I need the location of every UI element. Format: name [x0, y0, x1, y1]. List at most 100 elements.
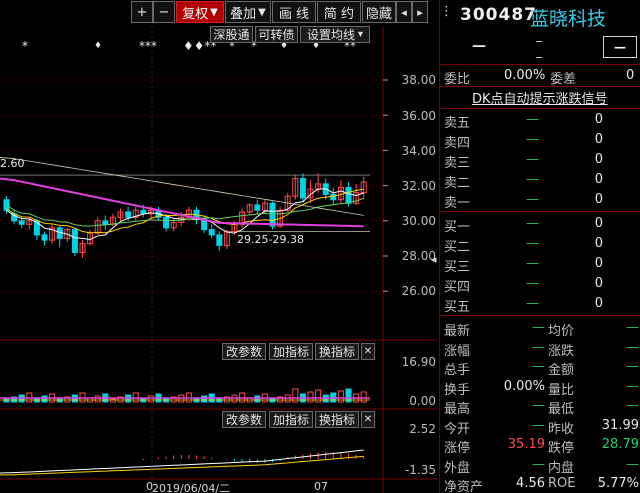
candle-body	[18, 220, 25, 225]
buy-order-row[interactable]: 买一 — 0	[440, 214, 640, 235]
order-label: 买二	[444, 240, 471, 255]
switch-indicator-button[interactable]: 换指标	[315, 411, 359, 428]
quote-row[interactable]: 换手 0.00% 量比 —	[440, 377, 640, 398]
order-volume: 0	[594, 192, 603, 207]
draw-line-button[interactable]: 画 线	[272, 1, 316, 23]
zoom-out-button[interactable]: −	[153, 1, 175, 23]
edit-params-button[interactable]: 改参数	[222, 411, 266, 428]
quote-row[interactable]: 今开 — 昨收 31.99	[440, 416, 640, 437]
quote-value: —	[626, 456, 639, 472]
macd-dea-line	[0, 455, 364, 476]
event-marker[interactable]: *	[22, 39, 28, 53]
candle-body	[254, 204, 261, 211]
quote-row[interactable]: 最新 — 均价 —	[440, 318, 640, 339]
order-price: —	[526, 216, 539, 231]
dk-signal-link[interactable]: DK点自动提示涨跌信号	[472, 88, 608, 107]
sell-order-row[interactable]: 卖三 — 0	[440, 150, 640, 171]
quote-value: —	[532, 320, 545, 335]
order-label: 卖三	[444, 156, 471, 171]
quote-row[interactable]: 外盘 — 内盘 —	[440, 455, 640, 476]
order-price: —	[526, 132, 539, 147]
buy-order-row[interactable]: 买四 — 0	[440, 274, 640, 295]
zoom-in-button[interactable]: +	[131, 1, 153, 23]
divider	[440, 108, 640, 109]
quote-value: 0.00%	[503, 378, 545, 394]
quote-row[interactable]: 净资产 4.56 ROE 5.77%	[440, 474, 640, 493]
quote-label: 跌停	[548, 441, 575, 456]
hk-connect-button[interactable]: 深股通	[210, 26, 253, 43]
event-marker[interactable]: ♦	[94, 41, 102, 51]
candle-body	[345, 186, 352, 204]
order-label: 买一	[444, 220, 471, 235]
next-arrow-icon[interactable]: ▸	[412, 1, 428, 23]
quote-label: 均价	[548, 324, 575, 339]
switch-indicator-button[interactable]: 换指标	[315, 343, 359, 360]
simple-mode-button[interactable]: 简 约	[317, 1, 361, 23]
date-axis: 0 2019/06/04/二 07	[0, 480, 437, 493]
add-stock-button[interactable]: ⋮	[440, 4, 453, 24]
price-axis-label: 32.00	[401, 179, 436, 193]
order-price: —	[526, 172, 539, 187]
sell-order-row[interactable]: 卖五 — 0	[440, 110, 640, 131]
overlay-button[interactable]: 叠加 ▼	[225, 1, 271, 23]
prev-arrow-icon[interactable]: ◂	[396, 1, 412, 23]
current-price: —	[472, 38, 486, 54]
quote-row[interactable]: 最高 — 最低 —	[440, 396, 640, 417]
quote-label: 换手	[444, 382, 471, 398]
candle-body	[41, 234, 48, 241]
add-indicator-button[interactable]: 加指标	[269, 411, 313, 428]
price-axis-label: 26.00	[401, 284, 436, 298]
overlay-label: 叠加	[230, 6, 257, 22]
order-price: —	[526, 296, 539, 311]
buy-order-row[interactable]: 买三 — 0	[440, 254, 640, 275]
weibi-label: 委比	[444, 72, 471, 87]
collapse-panel-icon[interactable]: ◂	[431, 253, 437, 266]
divider	[440, 86, 640, 87]
sell-order-row[interactable]: 卖一 — 0	[440, 190, 640, 211]
close-icon[interactable]: ✕	[361, 411, 375, 428]
ma-settings-button[interactable]: 设置均线 ▾	[300, 26, 370, 43]
quote-row[interactable]: 涨幅 — 涨跌 —	[440, 338, 640, 359]
quote-label: 外盘	[444, 460, 471, 476]
close-icon[interactable]: ✕	[361, 343, 375, 360]
stock-code: 300487	[460, 5, 537, 25]
volume-bar	[269, 398, 276, 403]
sell-order-row[interactable]: 卖二 — 0	[440, 170, 640, 191]
price-axis-label: 38.00	[401, 73, 436, 87]
add-indicator-button[interactable]: 加指标	[269, 343, 313, 360]
price-axis-label: 34.00	[401, 144, 436, 158]
candle-body	[125, 211, 132, 218]
quote-row[interactable]: 总手 — 金额 —	[440, 357, 640, 378]
order-price: —	[526, 112, 539, 127]
fuquan-label: 复权	[182, 6, 209, 22]
candle-body	[102, 220, 109, 225]
event-marker[interactable]: ***	[139, 39, 157, 53]
weibi-value: 0.00%	[504, 68, 546, 83]
candle-body	[330, 193, 337, 201]
buy-order-row[interactable]: 买二 — 0	[440, 234, 640, 255]
quote-label: 最新	[444, 324, 471, 339]
panel-mode-button[interactable]: —	[603, 36, 637, 58]
price-axis-label: 30.00	[401, 214, 436, 228]
chevron-down-icon: ▾	[357, 29, 364, 40]
price-change: _	[536, 28, 542, 42]
month-label: 07	[314, 480, 328, 493]
quote-label: 净资产	[444, 480, 484, 493]
volume-bar	[201, 395, 208, 403]
quote-value: —	[626, 378, 639, 394]
macd-axis-label: 2.52	[409, 422, 436, 436]
fuquan-button[interactable]: 复权 ▼	[176, 1, 224, 23]
order-label: 卖一	[444, 196, 471, 211]
sell-order-row[interactable]: 卖四 — 0	[440, 130, 640, 151]
quote-value: —	[626, 339, 639, 355]
candle-body	[33, 220, 40, 236]
order-price: —	[526, 276, 539, 291]
volume-bar	[3, 398, 10, 403]
convertible-bond-button[interactable]: 可转债	[255, 26, 298, 43]
quote-row[interactable]: 涨停 35.19 跌停 28.79	[440, 435, 640, 456]
hide-button[interactable]: 隐藏	[362, 1, 396, 23]
edit-params-button[interactable]: 改参数	[222, 343, 266, 360]
order-label: 买五	[444, 300, 471, 315]
buy-order-row[interactable]: 买五 — 0	[440, 294, 640, 315]
divider	[440, 315, 640, 316]
